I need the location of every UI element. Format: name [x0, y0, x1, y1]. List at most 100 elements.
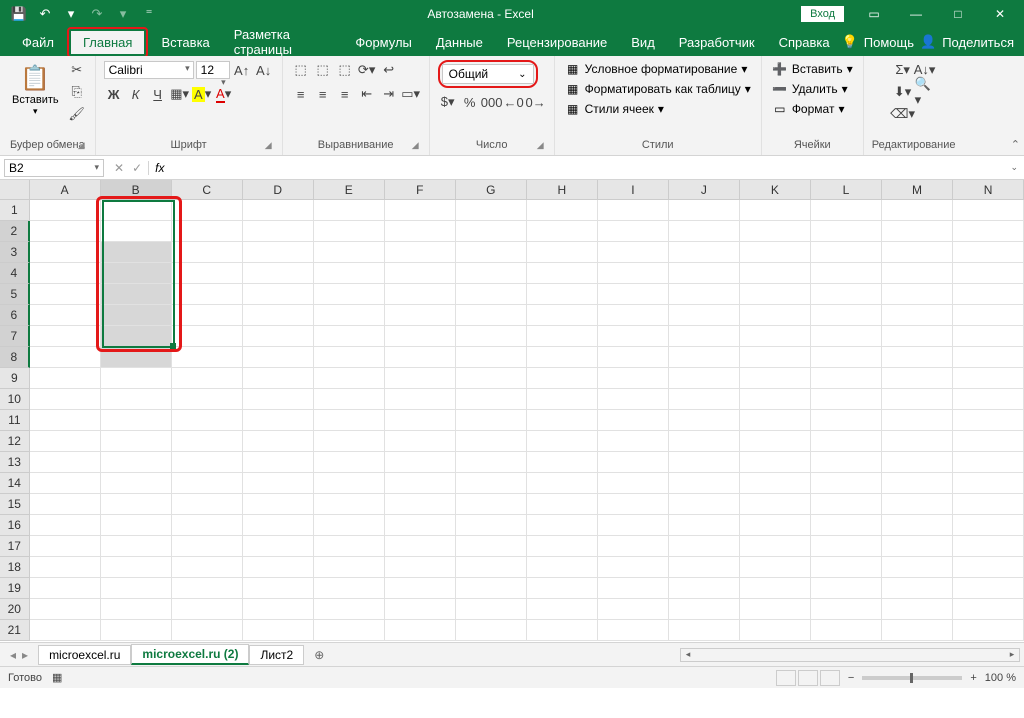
tab-formulas[interactable]: Формулы	[343, 31, 424, 54]
close-button[interactable]: ✕	[980, 0, 1020, 28]
expand-formula-bar-button[interactable]: ⌄	[1004, 162, 1024, 173]
cell[interactable]	[101, 599, 172, 620]
cell[interactable]	[953, 200, 1024, 221]
cell[interactable]	[953, 284, 1024, 305]
cell[interactable]	[882, 473, 953, 494]
cell[interactable]	[740, 221, 811, 242]
align-top-button[interactable]: ⬚	[291, 60, 311, 80]
cell[interactable]	[101, 263, 172, 284]
cell[interactable]	[385, 200, 456, 221]
tab-file[interactable]: Файл	[10, 31, 66, 54]
cell[interactable]	[172, 368, 243, 389]
dialog-launcher-icon[interactable]: ◢	[78, 140, 85, 151]
increase-font-button[interactable]: A↑	[232, 60, 252, 80]
row-header[interactable]: 10	[0, 389, 30, 410]
cell[interactable]	[527, 263, 598, 284]
share-button[interactable]: Поделиться	[942, 35, 1014, 50]
row-header[interactable]: 3	[0, 242, 30, 263]
tell-me[interactable]: Помощь	[864, 35, 914, 50]
redo-dropdown[interactable]: ▾	[112, 3, 134, 25]
zoom-out-button[interactable]: −	[848, 672, 854, 684]
cell[interactable]	[882, 431, 953, 452]
cell[interactable]	[882, 557, 953, 578]
cell[interactable]	[669, 494, 740, 515]
cell[interactable]	[669, 389, 740, 410]
cell[interactable]	[243, 515, 314, 536]
wrap-text-button[interactable]: ↩	[379, 60, 399, 80]
cell[interactable]	[456, 305, 527, 326]
cell[interactable]	[101, 473, 172, 494]
cell[interactable]	[243, 389, 314, 410]
cell[interactable]	[172, 599, 243, 620]
cell[interactable]	[669, 263, 740, 284]
cell[interactable]	[598, 557, 669, 578]
cell[interactable]	[314, 326, 385, 347]
cell[interactable]	[314, 452, 385, 473]
undo-button[interactable]: ↶	[34, 3, 56, 25]
add-sheet-button[interactable]: ⊕	[304, 646, 334, 664]
cell[interactable]	[243, 557, 314, 578]
cancel-formula-button[interactable]: ✕	[114, 161, 124, 175]
cell[interactable]	[456, 263, 527, 284]
cell[interactable]	[30, 473, 101, 494]
cell[interactable]	[172, 578, 243, 599]
cell[interactable]	[385, 494, 456, 515]
column-header[interactable]: F	[385, 180, 456, 199]
font-name-select[interactable]: Calibri	[104, 61, 194, 79]
cell[interactable]	[385, 305, 456, 326]
underline-button[interactable]: Ч	[148, 84, 168, 104]
align-center-button[interactable]: ≡	[313, 84, 333, 104]
dialog-launcher-icon[interactable]: ◢	[412, 140, 419, 151]
column-header[interactable]: G	[456, 180, 527, 199]
cell[interactable]	[669, 557, 740, 578]
cell[interactable]	[243, 326, 314, 347]
row-header[interactable]: 9	[0, 368, 30, 389]
row-header[interactable]: 18	[0, 557, 30, 578]
view-page-break-button[interactable]	[820, 670, 840, 686]
cell[interactable]	[811, 515, 882, 536]
bold-button[interactable]: Ж	[104, 84, 124, 104]
cell[interactable]	[172, 620, 243, 641]
cell[interactable]	[101, 431, 172, 452]
cell[interactable]	[101, 452, 172, 473]
cell[interactable]	[669, 221, 740, 242]
cell[interactable]	[740, 599, 811, 620]
cell[interactable]	[811, 494, 882, 515]
cell[interactable]	[172, 494, 243, 515]
cell[interactable]	[882, 368, 953, 389]
column-header[interactable]: L	[811, 180, 882, 199]
column-header[interactable]: J	[669, 180, 740, 199]
cell[interactable]	[669, 599, 740, 620]
row-header[interactable]: 1	[0, 200, 30, 221]
tab-data[interactable]: Данные	[424, 31, 495, 54]
cell[interactable]	[172, 284, 243, 305]
cell[interactable]	[30, 347, 101, 368]
cell[interactable]	[30, 557, 101, 578]
tab-insert[interactable]: Вставка	[149, 31, 221, 54]
align-left-button[interactable]: ≡	[291, 84, 311, 104]
insert-cells-button[interactable]: ➕Вставить▾	[770, 60, 855, 78]
cell[interactable]	[385, 347, 456, 368]
cell[interactable]	[882, 263, 953, 284]
cell[interactable]	[882, 452, 953, 473]
cell[interactable]	[30, 326, 101, 347]
sheet-tab[interactable]: Лист2	[249, 645, 304, 665]
cell[interactable]	[882, 599, 953, 620]
cell[interactable]	[811, 305, 882, 326]
cell[interactable]	[598, 389, 669, 410]
cell[interactable]	[669, 200, 740, 221]
conditional-formatting-button[interactable]: ▦Условное форматирование▾	[563, 60, 750, 78]
cell[interactable]	[811, 410, 882, 431]
cell[interactable]	[101, 368, 172, 389]
cell[interactable]	[385, 242, 456, 263]
cell[interactable]	[598, 473, 669, 494]
cell[interactable]	[385, 410, 456, 431]
cell[interactable]	[314, 200, 385, 221]
cell[interactable]	[101, 200, 172, 221]
cell[interactable]	[243, 452, 314, 473]
dialog-launcher-icon[interactable]: ◢	[537, 140, 544, 151]
cell[interactable]	[101, 494, 172, 515]
row-header[interactable]: 20	[0, 599, 30, 620]
align-bottom-button[interactable]: ⬚	[335, 60, 355, 80]
cell[interactable]	[172, 452, 243, 473]
